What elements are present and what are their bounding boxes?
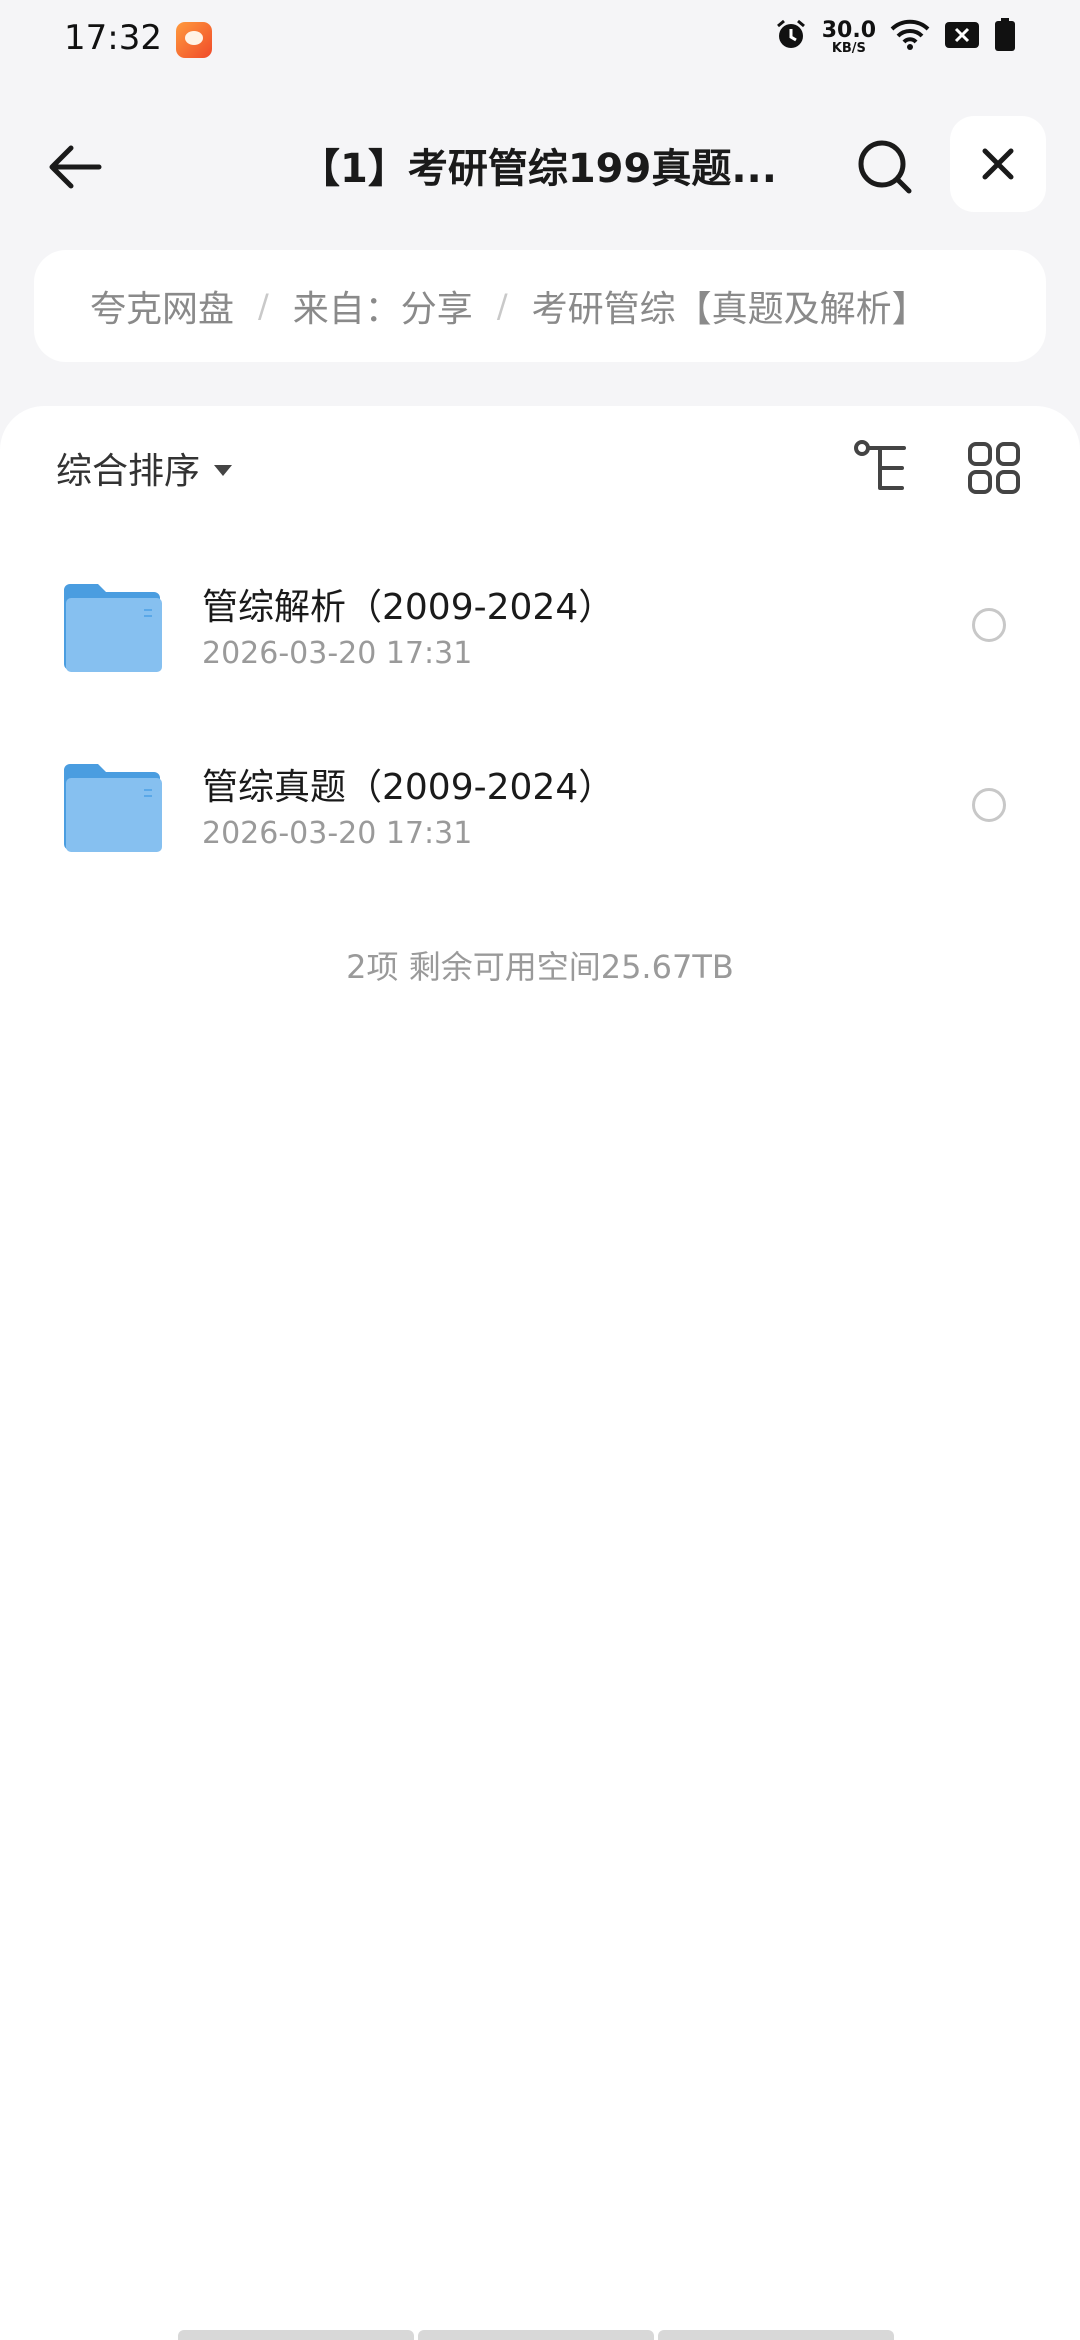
storage-summary: 2项 剩余可用空间25.67TB	[346, 948, 734, 986]
caret-down-icon	[214, 464, 233, 476]
search-icon	[858, 140, 912, 194]
file-date: 2026-03-20 17:31	[202, 636, 473, 671]
alarm-icon	[774, 18, 808, 56]
back-arrow-icon	[49, 145, 102, 189]
gesture-segment	[418, 2330, 654, 2340]
network-speed-value: 30.0	[821, 17, 876, 43]
top-bar: 【1】考研管综199真题...	[0, 112, 1080, 216]
file-list: 管综解析（2009-2024） 2026-03-20 17:31 管综真题（20…	[0, 556, 1080, 916]
breadcrumb-separator: /	[258, 287, 269, 325]
no-sim-icon	[944, 20, 980, 54]
folder-icon	[64, 584, 162, 672]
gesture-bar	[178, 2330, 894, 2340]
status-icons: 30.0 KB/S	[774, 18, 1016, 56]
file-name: 管综真题（2009-2024）	[202, 767, 615, 808]
file-date: 2026-03-20 17:31	[202, 816, 473, 851]
battery-icon	[994, 18, 1016, 56]
select-checkbox[interactable]	[972, 608, 1006, 642]
breadcrumb-item-quark-drive[interactable]: 夸克网盘	[90, 280, 234, 332]
wifi-icon	[890, 19, 930, 55]
grid-view-button[interactable]	[964, 438, 1028, 498]
gesture-segment	[178, 2330, 414, 2340]
gesture-segment	[658, 2330, 894, 2340]
status-bar: 17:32 30.0 KB/S	[0, 0, 1080, 80]
tree-view-icon	[854, 440, 906, 490]
search-button[interactable]	[850, 132, 920, 202]
folder-icon	[64, 764, 162, 852]
page-title: 【1】考研管综199真题...	[300, 146, 777, 192]
tree-view-button[interactable]	[850, 438, 914, 498]
list-item[interactable]: 管综真题（2009-2024） 2026-03-20 17:31	[0, 736, 1080, 916]
breadcrumb-item-folder[interactable]: 考研管综【真题及解析】	[532, 280, 928, 332]
sort-label: 综合排序	[56, 451, 201, 492]
list-item[interactable]: 管综解析（2009-2024） 2026-03-20 17:31	[0, 556, 1080, 736]
grid-view-icon	[968, 442, 1020, 494]
select-checkbox[interactable]	[972, 788, 1006, 822]
breadcrumb-item-shared[interactable]: 来自：分享	[293, 280, 473, 332]
file-name: 管综解析（2009-2024）	[202, 587, 615, 628]
breadcrumb: 夸克网盘 / 来自：分享 / 考研管综【真题及解析】	[34, 250, 1046, 362]
quark-app-icon	[176, 22, 212, 58]
close-button[interactable]	[950, 116, 1046, 212]
status-time: 17:32	[64, 18, 162, 58]
close-icon	[982, 148, 1014, 180]
breadcrumb-separator: /	[496, 287, 508, 325]
file-list-panel: 综合排序 管综解析（2009-2024） 2026-03-20 17:31 管综…	[0, 406, 1080, 2340]
sort-dropdown[interactable]: 综合排序	[56, 442, 233, 494]
network-speed: 30.0 KB/S	[821, 17, 876, 56]
back-button[interactable]	[40, 132, 110, 202]
network-speed-unit: KB/S	[831, 40, 866, 56]
